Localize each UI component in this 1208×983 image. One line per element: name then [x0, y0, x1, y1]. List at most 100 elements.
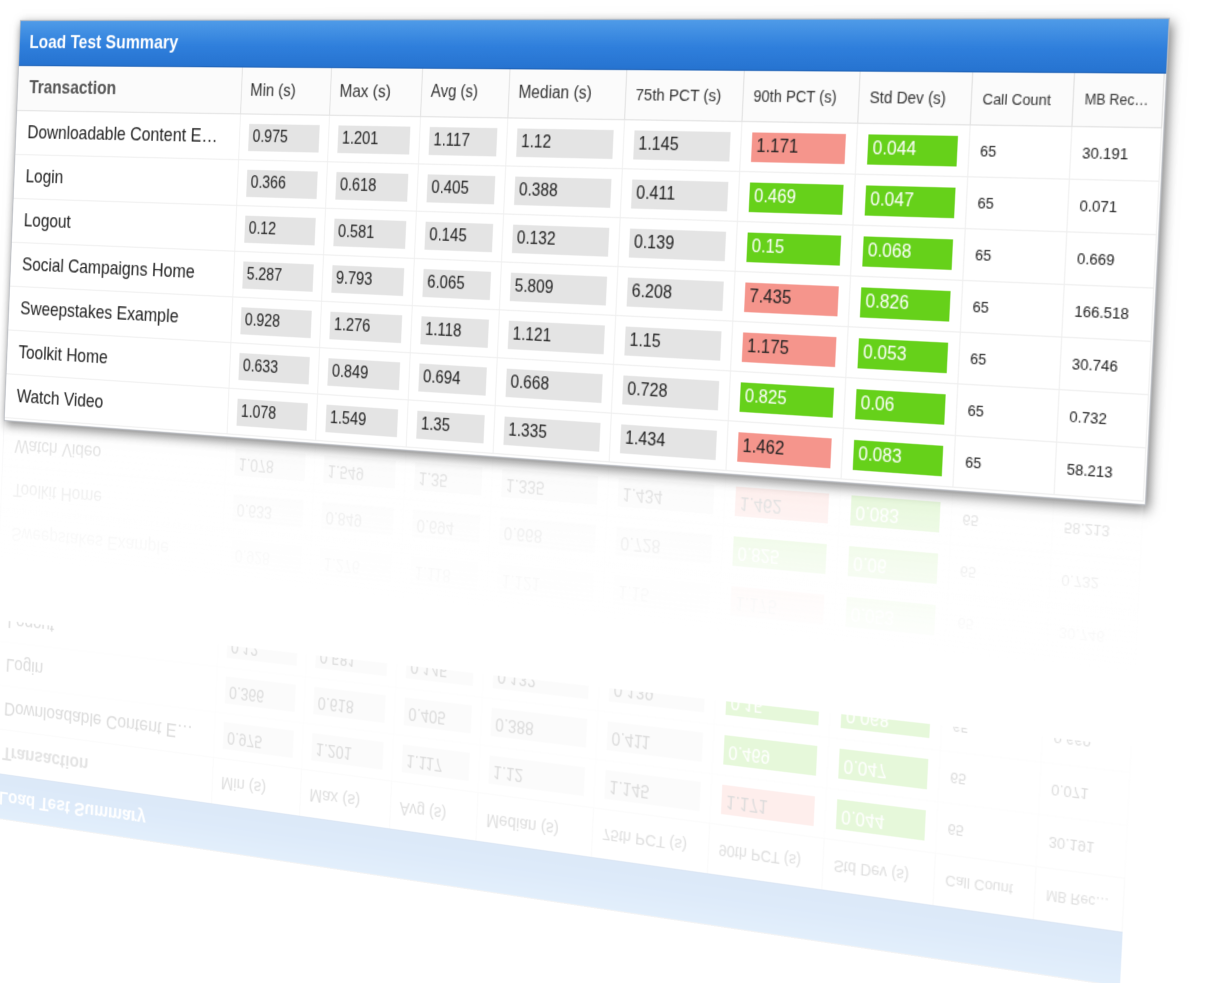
avg-value: 1.117 [428, 126, 497, 156]
p75-value: 6.208 [610, 624, 708, 664]
panel-reflection: Load Test Summary Transaction Min (s) Ma… [0, 420, 1144, 983]
cell-median: 0.668 [494, 357, 614, 414]
cell-avg: 0.145 [413, 211, 504, 262]
cell-min: 0.928 [220, 530, 311, 585]
avg-value: 6.065 [421, 268, 491, 300]
avg-value: 0.145 [405, 650, 474, 687]
median-value: 5.809 [509, 272, 607, 305]
cell-std-dev: 0.044 [854, 123, 970, 177]
max-value: 1.201 [336, 124, 410, 155]
cell-avg: 0.694 [401, 499, 491, 555]
summary-table: Transaction Min (s) Max (s) Avg (s) Medi… [0, 422, 1143, 932]
column-header-75th-pct: 75th PCT (s) [590, 807, 710, 874]
call-count-value: 65 [934, 801, 1038, 867]
min-value: 0.928 [239, 306, 312, 338]
avg-value: 1.117 [401, 744, 470, 782]
mb-received-value: 30.746 [1045, 605, 1138, 667]
cell-std-dev: 0.826 [830, 636, 945, 700]
median-value: 1.12 [487, 755, 585, 797]
cell-p75: 1.434 [608, 413, 728, 471]
median-value: 1.121 [507, 320, 605, 354]
90th-pct-value: 1.171 [720, 785, 815, 827]
max-value: 0.581 [332, 218, 406, 249]
cell-max: 1.549 [312, 445, 406, 500]
column-header-median[interactable]: Median (s) [507, 69, 627, 120]
cell-avg: 1.35 [403, 452, 493, 507]
cell-std-dev: 0.053 [845, 326, 960, 384]
max-value: 0.849 [320, 502, 394, 536]
cell-p75: 1.15 [601, 564, 721, 626]
column-header-transaction[interactable]: Transaction [17, 66, 243, 114]
cell-avg: 6.065 [397, 593, 486, 650]
cell-std-dev: 0.083 [840, 428, 955, 488]
cell-max: 9.793 [321, 254, 414, 306]
p75-value: 0.728 [614, 526, 712, 565]
cell-std-dev: 0.06 [842, 377, 958, 436]
cell-std-dev: 0.826 [847, 275, 963, 333]
cell-median: 0.388 [479, 697, 598, 760]
cell-p75: 6.208 [615, 266, 735, 322]
max-value: 1.549 [324, 404, 398, 437]
mb-received-value: 0.071 [1066, 179, 1159, 235]
cell-max: 0.849 [310, 491, 404, 547]
std-dev-value: 0.083 [849, 495, 940, 534]
cell-std-dev: 0.068 [850, 225, 965, 281]
cell-median: 5.809 [498, 261, 618, 316]
cell-min: 0.633 [222, 484, 313, 539]
cell-min: 0.928 [230, 296, 322, 348]
90th-pct-value: 0.15 [724, 685, 820, 726]
cell-median: 1.121 [496, 309, 616, 365]
mb-received-value: 58.213 [1050, 500, 1143, 561]
avg-value: 0.405 [426, 173, 495, 204]
cell-median: 1.12 [477, 744, 596, 808]
call-count-value: 65 [967, 124, 1072, 180]
90th-pct-value: 7.435 [743, 281, 839, 316]
min-value: 0.12 [226, 631, 298, 667]
cell-std-dev: 0.044 [823, 787, 938, 854]
cell-90th-pct: 0.469 [711, 724, 829, 788]
column-header-std-dev[interactable]: Std Dev (s) [857, 71, 973, 125]
mb-received-value: 0.071 [1037, 762, 1130, 826]
90th-pct-value: 1.462 [734, 487, 829, 525]
column-header-avg[interactable]: Avg (s) [420, 68, 510, 118]
min-value: 0.633 [232, 494, 304, 528]
transaction-name: Downloadable Content E… [0, 684, 215, 758]
max-value: 1.276 [328, 311, 402, 343]
cell-max: 1.276 [319, 301, 412, 353]
cell-avg: 6.065 [411, 258, 502, 310]
p75-value: 1.15 [623, 325, 722, 361]
cell-median: 0.132 [481, 649, 600, 711]
cell-median: 1.335 [490, 458, 609, 517]
std-dev-value: 0.826 [859, 286, 951, 321]
table-body: Downloadable Content E… 0.975 1.201 1.117 1.… [4, 110, 1162, 502]
90th-pct-value: 1.175 [729, 586, 824, 626]
column-header-90th-pct[interactable]: 90th PCT (s) [741, 70, 860, 124]
column-header-mb-received[interactable]: MB Receiv… [1071, 73, 1164, 128]
cell-90th-pct: 1.462 [725, 420, 843, 479]
column-header-75th-pct[interactable]: 75th PCT (s) [624, 70, 744, 122]
column-header-call-count[interactable]: Call Count [969, 72, 1074, 127]
cell-median: 1.121 [485, 554, 605, 614]
column-header-max[interactable]: Max (s) [329, 68, 423, 117]
cell-median: 0.388 [503, 165, 622, 218]
min-value: 1.078 [236, 398, 308, 431]
mb-received-value: 0.669 [1040, 709, 1132, 773]
median-value: 0.668 [498, 517, 596, 554]
std-dev-value: 0.053 [856, 337, 948, 373]
column-header-90th-pct: 90th PCT (s) [706, 823, 824, 890]
cell-min: 0.12 [216, 621, 308, 677]
cell-min: 0.975 [212, 711, 304, 770]
cell-median: 5.809 [483, 601, 602, 663]
mb-received-value: 166.518 [1043, 657, 1135, 720]
avg-value: 1.35 [415, 410, 485, 443]
cell-max: 0.581 [323, 208, 416, 259]
cell-std-dev: 0.047 [826, 737, 940, 802]
avg-value: 1.118 [409, 556, 478, 592]
table-row: Social Campaigns Home 5.287 9.793 6.065 5.80… [0, 553, 1135, 720]
table-row: Logout 0.12 0.581 0.145 0.132 0.139 0.15 0.068 6… [0, 597, 1132, 773]
mb-received-value: 166.518 [1061, 284, 1154, 342]
cell-90th-pct: 7.435 [716, 625, 834, 688]
transaction-name: Sweepstakes Example [0, 509, 223, 576]
call-count-value: 65 [954, 383, 1059, 443]
column-header-min[interactable]: Min (s) [240, 67, 332, 116]
